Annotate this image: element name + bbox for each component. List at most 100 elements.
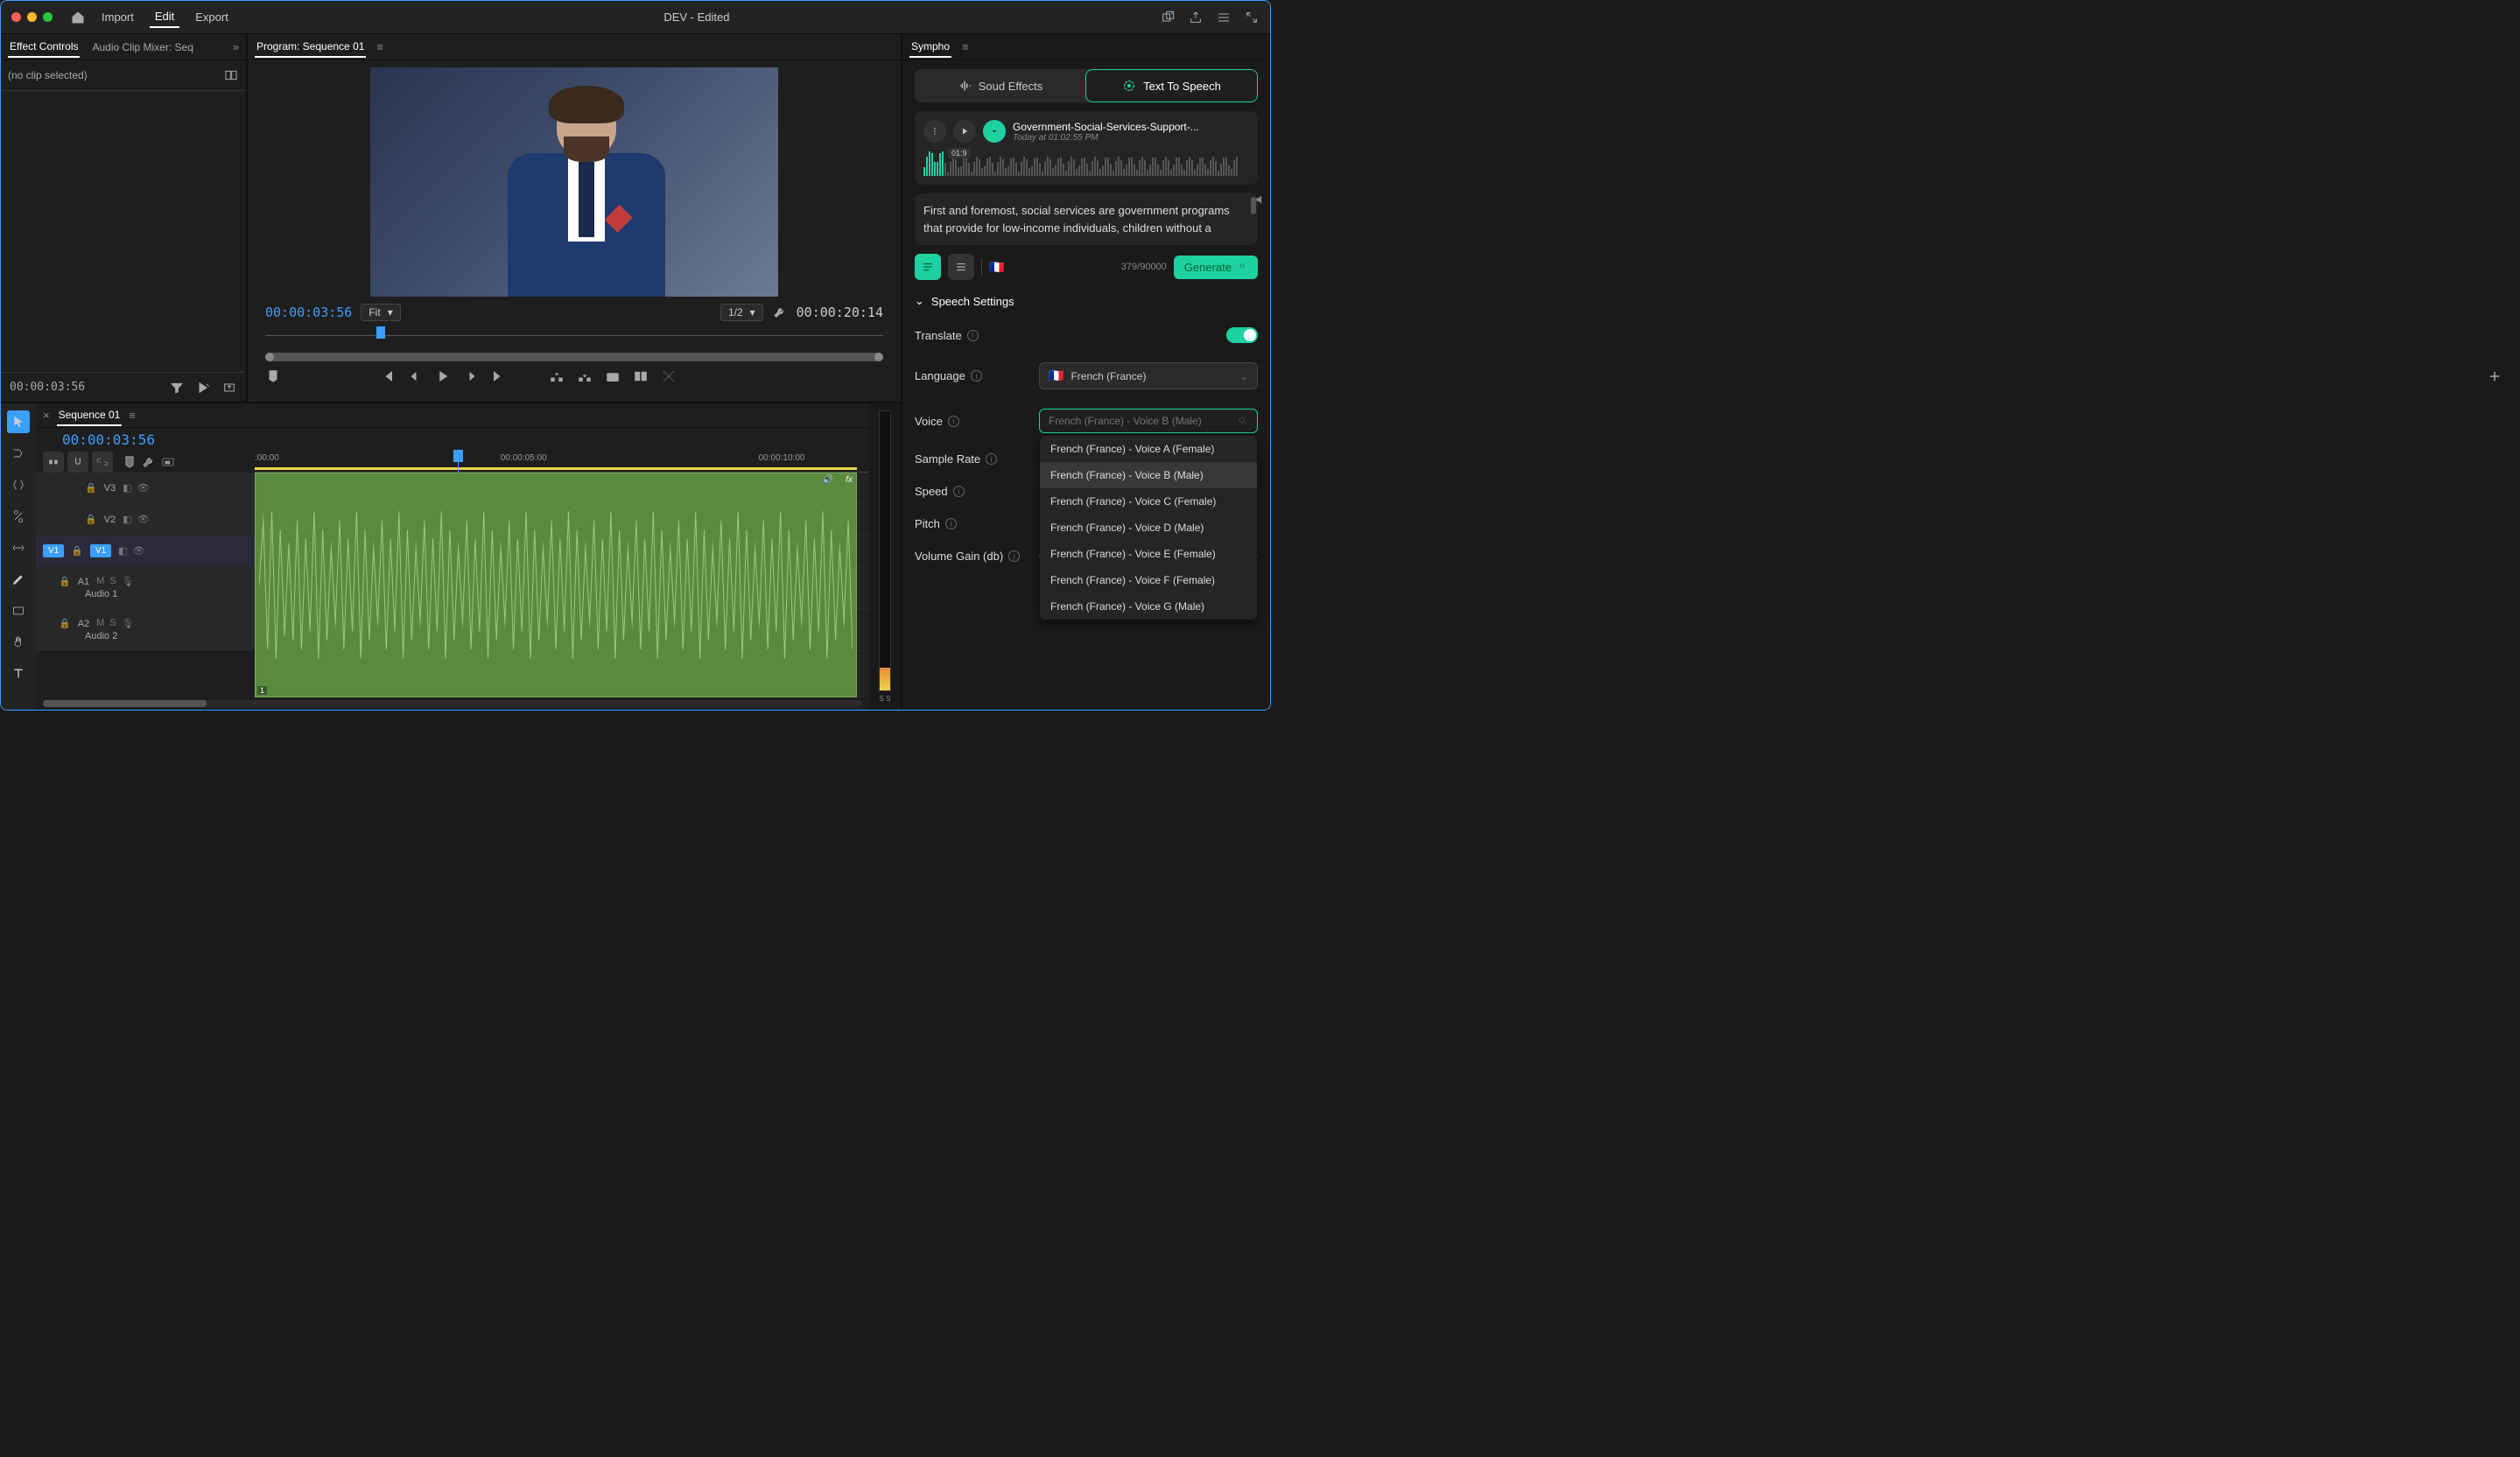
- safe-margins-icon[interactable]: [661, 368, 677, 384]
- lift-icon[interactable]: [549, 368, 565, 384]
- eye-icon[interactable]: 👁: [137, 482, 150, 494]
- goto-out-icon[interactable]: [491, 368, 507, 384]
- out-point-icon[interactable]: [321, 368, 337, 384]
- quick-export-icon[interactable]: [1160, 10, 1176, 25]
- voice-option-b[interactable]: French (France) - Voice B (Male): [1040, 462, 1257, 488]
- snap-icon[interactable]: [67, 452, 88, 473]
- program-ruler[interactable]: [265, 326, 883, 344]
- home-icon[interactable]: [70, 10, 86, 25]
- type-tool-icon[interactable]: [7, 662, 30, 685]
- panel-menu-icon[interactable]: ≡: [129, 409, 136, 422]
- voice-over-icon[interactable]: 🎙: [122, 576, 134, 587]
- program-scrollbar[interactable]: [265, 353, 883, 361]
- voice-over-icon[interactable]: 🎙: [122, 618, 134, 629]
- tab-sympho[interactable]: Sympho: [909, 37, 951, 58]
- paragraph-icon[interactable]: [948, 254, 974, 280]
- voice-select[interactable]: French (France) - Voice A (Female) Frenc…: [1039, 409, 1258, 433]
- close-tab-icon[interactable]: ×: [43, 409, 50, 422]
- target-v1-badge[interactable]: V1: [90, 544, 111, 557]
- razor-tool-icon[interactable]: [7, 505, 30, 528]
- lock-icon[interactable]: 🔒: [71, 545, 83, 557]
- panel-menu-icon[interactable]: ≡: [376, 40, 383, 53]
- menu-export[interactable]: Export: [190, 7, 234, 27]
- overflow-icon[interactable]: »: [233, 40, 239, 53]
- program-current-tc[interactable]: 00:00:03:56: [265, 305, 352, 320]
- timeline-content[interactable]: live-television-guest-telling-sad-life-s…: [255, 473, 869, 697]
- add-marker-icon[interactable]: [265, 368, 281, 384]
- solo-icon[interactable]: S: [109, 618, 116, 629]
- audio-more-icon[interactable]: [923, 120, 946, 143]
- linked-selection-icon[interactable]: [92, 452, 113, 473]
- step-forward-icon[interactable]: [463, 368, 479, 384]
- fit-dropdown[interactable]: Fit▾: [361, 304, 400, 321]
- mute-icon[interactable]: M: [96, 618, 104, 629]
- voice-option-d[interactable]: French (France) - Voice D (Male): [1040, 515, 1257, 541]
- timeline-zoom-scrollbar[interactable]: [36, 697, 869, 710]
- info-icon[interactable]: i: [948, 416, 959, 427]
- slip-tool-icon[interactable]: [7, 536, 30, 559]
- step-back-icon[interactable]: [407, 368, 423, 384]
- tab-program[interactable]: Program: Sequence 01: [255, 37, 366, 58]
- lock-icon[interactable]: 🔒: [85, 482, 97, 494]
- export-frame-icon[interactable]: [221, 380, 237, 396]
- share-icon[interactable]: [1188, 10, 1204, 25]
- voice-option-c[interactable]: French (France) - Voice C (Female): [1040, 488, 1257, 515]
- hand-tool-icon[interactable]: [7, 631, 30, 654]
- voice-search-input[interactable]: [1049, 415, 1231, 427]
- close-window[interactable]: [11, 12, 21, 22]
- maximize-window[interactable]: [43, 12, 53, 22]
- menu-edit[interactable]: Edit: [150, 6, 179, 28]
- track-select-tool-icon[interactable]: [7, 442, 30, 465]
- program-playhead[interactable]: [376, 326, 385, 339]
- show-timeline-icon[interactable]: [223, 67, 239, 83]
- rectangle-tool-icon[interactable]: [7, 599, 30, 622]
- mute-icon[interactable]: M: [96, 576, 104, 587]
- audio-waveform[interactable]: 01:9: [923, 150, 1249, 176]
- eye-icon[interactable]: 👁: [137, 514, 150, 525]
- info-icon[interactable]: i: [945, 518, 957, 529]
- language-flag-icon[interactable]: 🇫🇷: [989, 260, 1004, 275]
- info-icon[interactable]: i: [971, 370, 982, 382]
- selection-tool-icon[interactable]: [7, 410, 30, 433]
- menu-import[interactable]: Import: [96, 7, 139, 27]
- toggle-track-icon[interactable]: ◧: [123, 482, 131, 494]
- pen-tool-icon[interactable]: [7, 568, 30, 591]
- audio-meter[interactable]: [879, 410, 891, 691]
- tts-text-input[interactable]: First and foremost, social services are …: [915, 193, 1258, 245]
- goto-in-icon[interactable]: [379, 368, 395, 384]
- extract-icon[interactable]: [577, 368, 593, 384]
- tab-sequence[interactable]: Sequence 01: [57, 405, 123, 426]
- marker-add-icon[interactable]: [122, 454, 137, 470]
- voice-option-a[interactable]: French (France) - Voice A (Female): [1040, 436, 1257, 462]
- toggle-track-icon[interactable]: ◧: [123, 514, 131, 525]
- captions-icon[interactable]: cc: [160, 454, 176, 470]
- voice-option-g[interactable]: French (France) - Voice G (Male): [1040, 593, 1257, 620]
- footer-timecode[interactable]: 00:00:03:56: [10, 381, 85, 394]
- nest-icon[interactable]: [43, 452, 64, 473]
- solo-icon[interactable]: S: [109, 576, 116, 587]
- timeline-timecode[interactable]: 00:00:03:56: [62, 431, 155, 448]
- resolution-dropdown[interactable]: 1/2▾: [720, 304, 763, 321]
- tab-audio-clip-mixer[interactable]: Audio Clip Mixer: Seq: [90, 38, 194, 57]
- in-point-icon[interactable]: [293, 368, 309, 384]
- ripple-edit-tool-icon[interactable]: [7, 473, 30, 496]
- audio-play-icon[interactable]: [953, 120, 976, 143]
- settings-icon[interactable]: [141, 454, 157, 470]
- lock-icon[interactable]: 🔒: [59, 576, 71, 587]
- source-v1-badge[interactable]: V1: [43, 544, 64, 557]
- minimize-window[interactable]: [27, 12, 37, 22]
- translate-toggle[interactable]: [1226, 327, 1258, 343]
- filter-icon[interactable]: [169, 380, 185, 396]
- speaker-icon[interactable]: [1254, 193, 1267, 206]
- timeline-ruler[interactable]: :00:00 00:00:05:00 00:00:10:00: [255, 452, 869, 473]
- info-icon[interactable]: i: [1008, 550, 1020, 562]
- play-icon[interactable]: [435, 368, 451, 384]
- tab-effect-controls[interactable]: Effect Controls: [8, 37, 80, 58]
- eye-icon[interactable]: 👁: [133, 545, 145, 557]
- speech-settings-section[interactable]: ⌄ Speech Settings: [915, 289, 1258, 313]
- tab-text-to-speech[interactable]: Text To Speech: [1085, 69, 1258, 102]
- lock-icon[interactable]: 🔒: [59, 618, 71, 629]
- toggle-track-icon[interactable]: ◧: [118, 545, 127, 557]
- language-select[interactable]: 🇫🇷French (France) ⌄: [1039, 362, 1258, 389]
- compare-icon[interactable]: [633, 368, 649, 384]
